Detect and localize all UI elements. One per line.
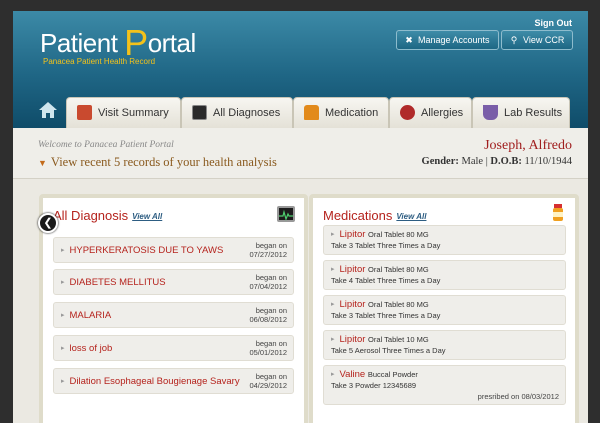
diagnosis-item[interactable]: ▸ Dilation Esophageal Bougienage Savary b…: [53, 368, 294, 394]
medication-item[interactable]: ▸ Lipitor Oral Tablet 80 MG Take 4 Tablet…: [323, 260, 566, 290]
welcome-bar: Welcome to Panacea Patient Portal ▼ View …: [13, 128, 588, 179]
view-recent-records-toggle[interactable]: ▼ View recent 5 records of your health an…: [38, 155, 277, 170]
calendar-icon: [77, 104, 92, 120]
pill-bottle-icon: [304, 104, 319, 120]
diagnosis-item[interactable]: ▸ DIABETES MELLITUS began on 07/04/2012: [53, 269, 294, 295]
welcome-text: Welcome to Panacea Patient Portal: [38, 140, 174, 150]
diagnosis-item[interactable]: ▸ HYPERKERATOSIS DUE TO YAWS began on 07/2…: [53, 237, 294, 263]
medication-item[interactable]: ▸ Lipitor Oral Tablet 80 MG Take 3 Tablet…: [323, 225, 566, 255]
home-icon[interactable]: [37, 99, 59, 123]
medications-panel: Medications View All ▸ Lipitor Oral Tablet…: [309, 194, 579, 423]
pill-bottle-icon: [552, 204, 564, 222]
main-nav: Visit Summary All Diagnoses Medication A…: [13, 97, 588, 128]
flower-icon: [400, 104, 415, 120]
tab-all-diagnoses[interactable]: All Diagnoses: [181, 97, 293, 128]
tab-allergies[interactable]: Allergies: [389, 97, 472, 128]
medications-view-all-link[interactable]: View All: [396, 212, 426, 221]
wrench-icon: ✖: [405, 35, 413, 45]
ecg-monitor-icon: [192, 104, 207, 120]
diagnosis-title: All Diagnosis View All: [53, 208, 163, 223]
tab-visit-summary[interactable]: Visit Summary: [66, 97, 181, 128]
tab-medication[interactable]: Medication: [293, 97, 389, 128]
diagnosis-item[interactable]: ▸ loss of job began on 05/01/2012: [53, 335, 294, 361]
app-window: Sign Out Patient Portal Panacea Patient …: [13, 11, 588, 423]
caret-down-icon: ▼: [38, 158, 47, 168]
view-ccr-button[interactable]: ⚲ View CCR: [501, 30, 574, 50]
medication-item[interactable]: ▸ Lipitor Oral Tablet 80 MG Take 3 Tablet…: [323, 295, 566, 325]
medications-title: Medications View All: [323, 208, 427, 223]
magnifier-icon: ⚲: [510, 35, 518, 45]
patient-name: Joseph, Alfredo: [484, 138, 572, 153]
tab-lab-results[interactable]: Lab Results: [472, 97, 570, 128]
sign-out-link[interactable]: Sign Out: [535, 18, 573, 28]
diagnosis-panel: All Diagnosis View All ▸ HYPERKERATOSIS DU…: [39, 194, 308, 423]
ecg-monitor-icon: [277, 206, 295, 222]
diagnosis-item[interactable]: ▸ MALARIA began on 06/08/2012: [53, 302, 294, 328]
prescribed-date: presribed on 08/03/2012: [477, 392, 559, 401]
medication-item[interactable]: ▸ Valine Buccal Powder Take 3 Powder 1234…: [323, 365, 566, 405]
flask-icon: [483, 104, 498, 120]
back-arrow-button[interactable]: ❮: [38, 213, 58, 233]
medication-item[interactable]: ▸ Lipitor Oral Tablet 10 MG Take 5 Aeroso…: [323, 330, 566, 360]
diagnosis-view-all-link[interactable]: View All: [132, 212, 162, 221]
header-bar: Sign Out Patient Portal Panacea Patient …: [13, 11, 588, 128]
patient-info: Gender: Male | D.O.B: 11/10/1944: [421, 156, 572, 167]
chevron-left-icon: ❮: [43, 217, 53, 229]
patient-portal-logo[interactable]: Patient Portal Panacea Patient Health Re…: [40, 23, 196, 67]
manage-accounts-button[interactable]: ✖ Manage Accounts: [396, 30, 499, 50]
